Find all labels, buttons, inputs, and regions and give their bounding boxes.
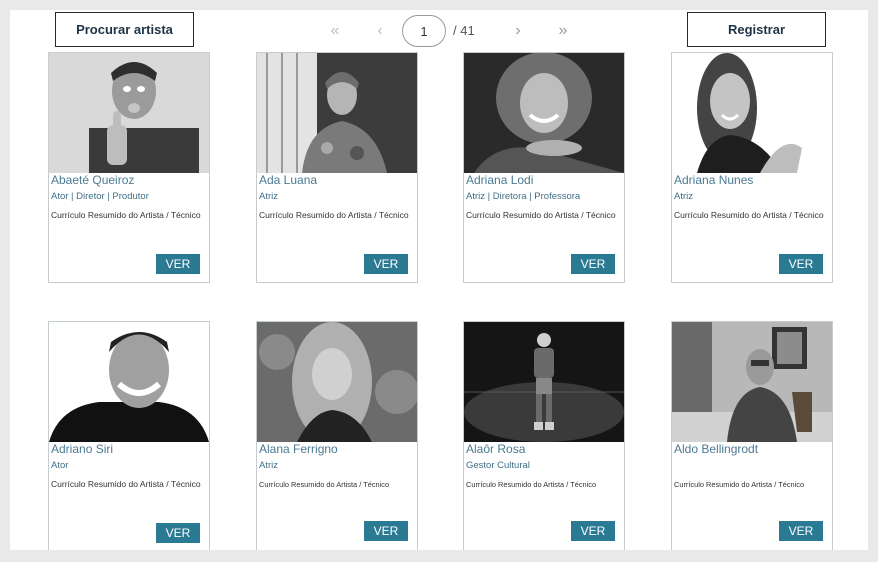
artist-summary: Currículo Resumido do Artista / Técnico xyxy=(51,210,201,220)
view-button[interactable]: VER xyxy=(571,521,615,541)
view-button[interactable]: VER xyxy=(156,254,200,274)
artist-name[interactable]: Abaeté Queiroz xyxy=(51,173,134,187)
artist-name[interactable]: Alaôr Rosa xyxy=(466,442,525,456)
next-page-icon[interactable]: › xyxy=(503,15,533,47)
search-artist-button[interactable]: Procurar artista xyxy=(55,12,194,47)
artist-name[interactable]: Adriana Nunes xyxy=(674,173,753,187)
view-button[interactable]: VER xyxy=(156,523,200,543)
artist-summary: Currículo Resumido do Artista / Técnico xyxy=(674,210,824,220)
artist-photo[interactable] xyxy=(672,53,832,173)
register-button[interactable]: Registrar xyxy=(687,12,826,47)
artist-card: Adriano Siri Ator Currículo Resumido do … xyxy=(48,321,210,550)
artist-card: Abaeté Queiroz Ator | Diretor | Produtor… xyxy=(48,52,210,283)
artist-name[interactable]: Adriana Lodi xyxy=(466,173,533,187)
artist-name[interactable]: Alana Ferrigno xyxy=(259,442,338,456)
prev-page-icon[interactable]: ‹ xyxy=(365,15,395,47)
artist-photo[interactable] xyxy=(672,322,832,442)
artist-summary: Currículo Resumido do Artista / Técnico xyxy=(259,210,409,220)
first-page-icon[interactable]: « xyxy=(320,15,350,47)
artist-summary: Currículo Resumido do Artista / Técnico xyxy=(259,480,390,489)
artist-photo[interactable] xyxy=(49,322,209,442)
artist-card: Alana Ferrigno Atriz Currículo Resumido … xyxy=(256,321,418,550)
view-button[interactable]: VER xyxy=(779,254,823,274)
artist-card: Ada Luana Atriz Currículo Resumido do Ar… xyxy=(256,52,418,283)
artist-photo[interactable] xyxy=(464,53,624,173)
artist-card: Adriana Lodi Atriz | Diretora | Professo… xyxy=(463,52,625,283)
artist-roles: Atriz xyxy=(259,460,278,471)
artist-photo[interactable] xyxy=(464,322,624,442)
artist-card: Aldo Bellingrodt Currículo Resumido do A… xyxy=(671,321,833,550)
last-page-icon[interactable]: » xyxy=(548,15,578,47)
artist-summary: Currículo Resumido do Artista / Técnico xyxy=(466,210,616,220)
artist-roles: Atriz xyxy=(674,191,693,202)
view-button[interactable]: VER xyxy=(571,254,615,274)
artist-roles: Ator | Diretor | Produtor xyxy=(51,191,149,202)
view-button[interactable]: VER xyxy=(364,254,408,274)
artist-roles: Ator xyxy=(51,460,69,471)
artist-photo[interactable] xyxy=(257,53,417,173)
artist-roles: Gestor Cultural xyxy=(466,460,530,471)
view-button[interactable]: VER xyxy=(364,521,408,541)
page-total: / 41 xyxy=(453,23,475,38)
page-number-input[interactable] xyxy=(402,15,446,47)
artist-card: Alaôr Rosa Gestor Cultural Currículo Res… xyxy=(463,321,625,550)
artist-photo[interactable] xyxy=(257,322,417,442)
artist-name[interactable]: Adriano Siri xyxy=(51,442,113,456)
artist-summary: Currículo Resumido do Artista / Técnico xyxy=(674,480,805,489)
artist-name[interactable]: Ada Luana xyxy=(259,173,317,187)
artist-summary: Currículo Resumido do Artista / Técnico xyxy=(466,480,597,489)
artist-roles: Atriz | Diretora | Professora xyxy=(466,191,581,202)
view-button[interactable]: VER xyxy=(779,521,823,541)
artist-summary: Currículo Resumido do Artista / Técnico xyxy=(51,479,201,489)
artist-directory: Procurar artista « ‹ / 41 › » Registrar … xyxy=(10,10,868,550)
pagination: « ‹ / 41 › » xyxy=(310,15,580,47)
artist-card: Adriana Nunes Atriz Currículo Resumido d… xyxy=(671,52,833,283)
artist-name[interactable]: Aldo Bellingrodt xyxy=(674,442,758,456)
artist-roles: Atriz xyxy=(259,191,278,202)
artist-photo[interactable] xyxy=(49,53,209,173)
